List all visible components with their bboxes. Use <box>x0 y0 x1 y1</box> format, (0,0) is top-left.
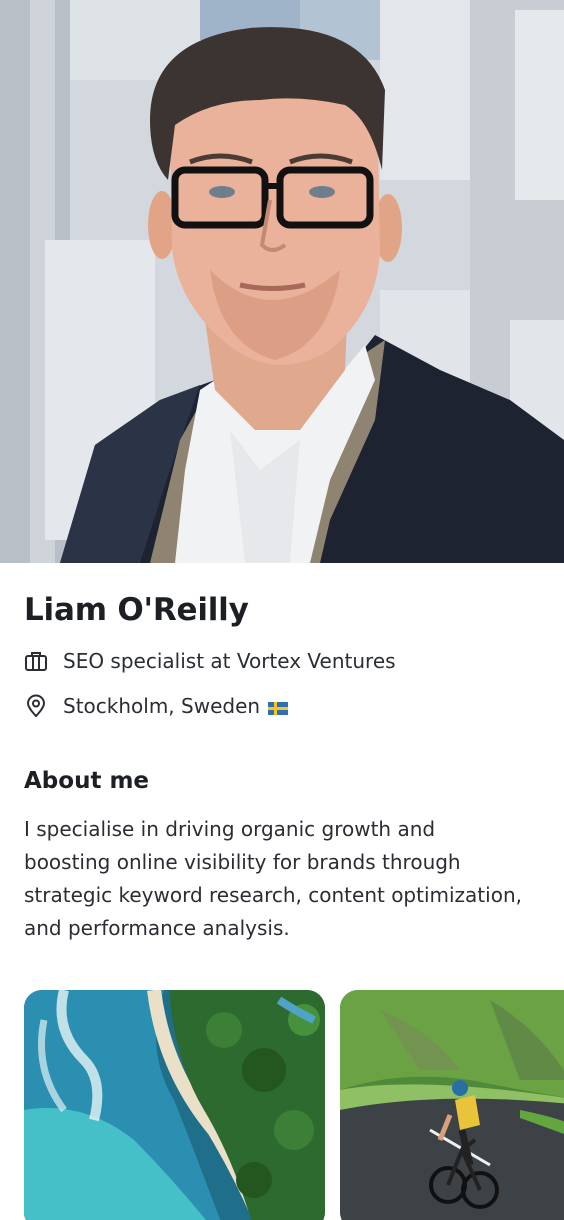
road-cyclist-photo[interactable] <box>340 990 564 1220</box>
beach-aerial-photo[interactable] <box>24 990 325 1220</box>
job-row: SEO specialist at Vortex Ventures <box>24 647 396 675</box>
location-text: Stockholm, Sweden <box>63 694 261 718</box>
about-text: I specialise in driving organic growth a… <box>24 817 522 940</box>
map-pin-icon <box>24 694 48 718</box>
about-heading: About me <box>24 768 150 794</box>
profile-page: Liam O'Reilly SEO specialist at Vortex V… <box>0 0 564 1220</box>
sweden-flag-icon <box>268 700 289 715</box>
photo-gallery[interactable] <box>24 990 564 1220</box>
profile-name: Liam O'Reilly <box>24 592 249 628</box>
job-title: SEO specialist at Vortex Ventures <box>63 649 396 673</box>
briefcase-icon <box>24 649 48 673</box>
location-row: Stockholm, Sweden <box>24 692 289 720</box>
profile-photo <box>0 0 564 563</box>
